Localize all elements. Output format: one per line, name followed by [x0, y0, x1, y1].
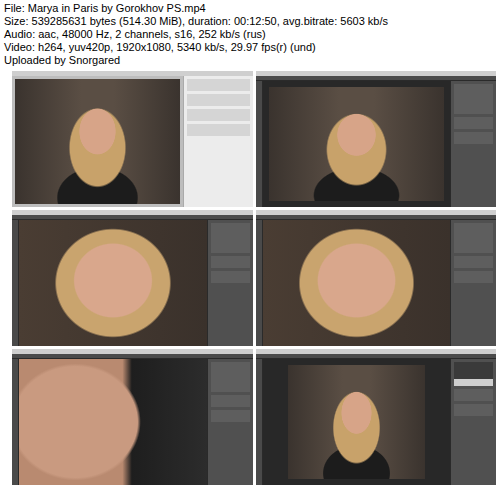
frame-photo	[19, 359, 207, 485]
video-frame	[256, 210, 497, 346]
info-line: Video: h264, yuv420p, 1920x1080, 5340 kb…	[4, 41, 496, 54]
frame-photo	[15, 79, 180, 204]
video-frame	[12, 210, 253, 346]
video-frame	[12, 71, 253, 207]
info-line: Size: 539285631 bytes (514.30 MiB), dura…	[4, 15, 496, 28]
info-line: Audio: aac, 48000 Hz, 2 channels, s16, 2…	[4, 28, 496, 41]
video-frame	[256, 71, 497, 207]
file-info: File: Marya in Paris by Gorokhov PS.mp4S…	[0, 0, 500, 71]
frame-photo	[288, 365, 425, 479]
video-frame	[256, 349, 497, 485]
frame-photo	[269, 87, 445, 201]
video-frame	[12, 349, 253, 485]
thumbnail-grid	[0, 71, 500, 485]
frame-photo	[19, 220, 207, 346]
frame-photo	[263, 220, 451, 346]
info-line: File: Marya in Paris by Gorokhov PS.mp4	[4, 2, 496, 15]
info-line: Uploaded by Snorgared	[4, 54, 496, 67]
